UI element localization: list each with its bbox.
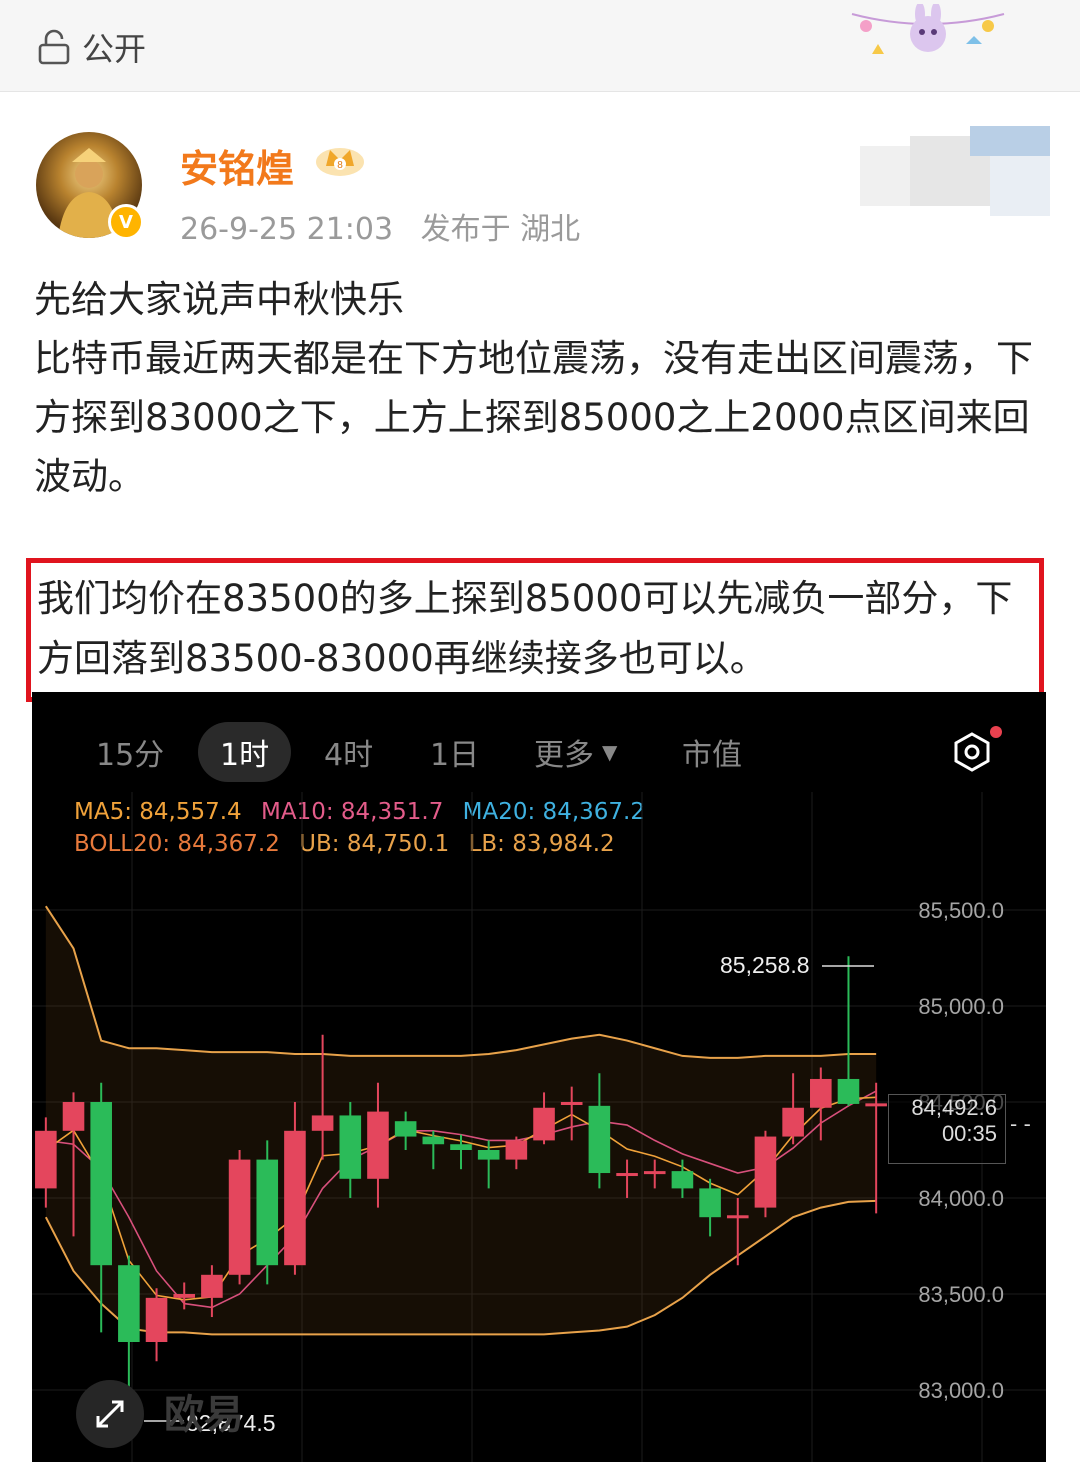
candle-body <box>173 1294 196 1298</box>
kline-chart[interactable]: 15分 1时 4时 1日 更多 ▼ 市值 MA5: 84,557.4 MA10:… <box>32 692 1046 1462</box>
candle-body <box>90 1102 112 1266</box>
top-bar: 公开 <box>0 0 1080 92</box>
kline-plot: 85,500.085,000.084,500.084,000.083,500.0… <box>32 792 1046 1462</box>
post-time: 26-9-25 21:03 <box>180 212 394 247</box>
candle-body <box>726 1215 749 1219</box>
exchange-watermark: 欧易 <box>164 1392 244 1438</box>
candle-body <box>256 1159 279 1266</box>
y-tick-label: 84,000.0 <box>918 1186 1004 1211</box>
privacy-label: 公开 <box>82 30 147 68</box>
candle-body <box>62 1102 85 1131</box>
candle-body <box>450 1144 472 1150</box>
blurred-follow-area <box>850 126 1050 216</box>
candle-body <box>367 1111 389 1179</box>
candle-body <box>533 1107 555 1141</box>
bunny-decoration-icon <box>851 4 1005 54</box>
highlight-text: 我们均价在83500的多上探到85000可以先减负一部分，下方回落到83500-… <box>37 577 1013 680</box>
verified-badge-icon: V <box>108 204 144 240</box>
candle-body <box>754 1136 777 1208</box>
candle-body <box>422 1136 445 1145</box>
current-price-box: 84,492.6 00:35 <box>888 1094 1006 1164</box>
post-meta: 26-9-25 21:03 发布于 湖北 <box>180 204 580 248</box>
y-tick-label: 85,500.0 <box>918 898 1004 923</box>
candle-body <box>35 1130 57 1189</box>
y-tick-label: 85,000.0 <box>918 994 1004 1019</box>
privacy-setting[interactable]: 公开 <box>36 24 146 70</box>
candle-body <box>782 1107 804 1137</box>
svg-text:8: 8 <box>337 160 343 171</box>
candle-body <box>477 1150 500 1160</box>
expand-icon <box>96 1400 124 1428</box>
highlight-box: 我们均价在83500的多上探到85000可以先减负一部分，下方回落到83500-… <box>26 558 1044 702</box>
candle-body <box>394 1121 417 1137</box>
post-paragraph-1: 先给大家说声中秋快乐 <box>34 278 404 321</box>
candle-body <box>588 1105 611 1174</box>
expand-button[interactable] <box>76 1380 144 1448</box>
candle-body <box>311 1115 334 1131</box>
crown-badge-icon[interactable]: 8 <box>314 140 366 180</box>
current-price: 84,492.6 <box>911 1095 997 1120</box>
candle-body <box>145 1297 168 1342</box>
candle-body <box>616 1173 638 1177</box>
y-tick-label: 83,000.0 <box>918 1378 1004 1403</box>
candle-body <box>118 1265 140 1342</box>
candle-body <box>505 1140 528 1160</box>
candle-body <box>339 1115 362 1179</box>
author-name[interactable]: 安铭煌 <box>180 138 294 193</box>
candle-body <box>671 1171 694 1189</box>
lock-open-icon <box>38 29 70 65</box>
post-location: 发布于 湖北 <box>420 212 581 247</box>
countdown: 00:35 <box>941 1121 997 1146</box>
y-tick-label: 83,500.0 <box>918 1282 1004 1307</box>
candle-body <box>810 1078 832 1108</box>
candle-body <box>837 1078 860 1104</box>
candle-body <box>865 1103 887 1107</box>
boll-upper-line <box>45 905 877 1059</box>
high-price-label: 85,258.8 <box>720 952 810 978</box>
post-body: 先给大家说声中秋快乐 比特币最近两天都是在下方地位震荡，没有走出区间震荡，下方探… <box>34 270 1044 506</box>
price-line-marker: - - <box>1010 1112 1031 1136</box>
candle-body <box>699 1188 721 1218</box>
candle-body <box>560 1102 583 1105</box>
candle-body <box>643 1171 666 1175</box>
post-paragraph-2: 比特币最近两天都是在下方地位震荡，没有走出区间震荡，下方探到83000之下，上方… <box>34 337 1033 498</box>
candle-body <box>284 1130 306 1266</box>
candle-body <box>228 1159 251 1275</box>
candle-body <box>201 1274 223 1298</box>
